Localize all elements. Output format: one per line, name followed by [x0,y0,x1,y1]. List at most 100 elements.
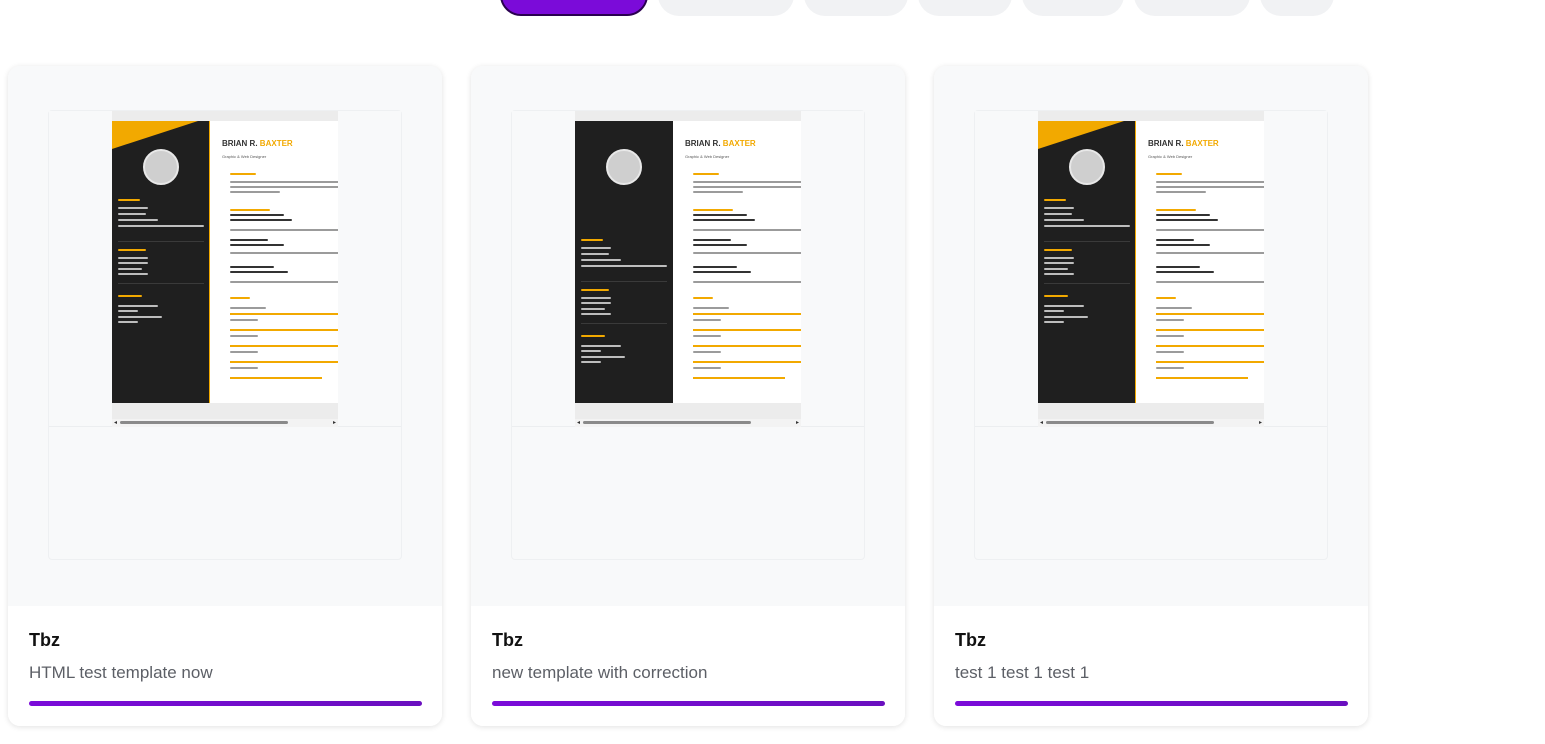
filter-pill[interactable] [1022,0,1124,16]
sidebar-text-line [1044,316,1088,318]
horizontal-scrollbar[interactable]: ◂ ▸ [1038,419,1264,427]
resume-text-line [230,281,338,283]
resume-text-line [230,252,338,254]
scrollbar-thumb[interactable] [583,421,751,424]
skill-bar [693,313,801,315]
skill-bar [693,345,801,347]
sidebar-text-line [1044,249,1072,251]
skill-bar [1156,377,1248,379]
resume-text-line [693,214,747,216]
resume-text-line [693,244,747,246]
resume-text-line [693,307,729,309]
resume-subtitle: Graphic & Web Designer [685,154,730,159]
resume-text-line [1156,219,1218,221]
skill-label [230,335,258,337]
filter-pill[interactable] [918,0,1012,16]
preview-viewport: BRIAN R. BAXTER Graphic & Web Designer ◂… [512,111,864,427]
sidebar-text-line [1044,199,1066,201]
resume-text-line [693,271,751,273]
preview-frame: BRIAN R. BAXTER Graphic & Web Designer ◂… [974,110,1328,560]
progress-fill [492,701,885,706]
horizontal-scrollbar[interactable]: ◂ ▸ [112,419,338,427]
card-description: new template with correction [492,663,708,682]
skill-label [1156,367,1184,369]
card-title: Tbz [955,630,986,650]
card-description: test 1 test 1 test 1 [955,663,1090,682]
resume-main: BRIAN R. BAXTER Graphic & Web Designer [1136,121,1264,403]
resume-last-name: BAXTER [1185,139,1219,148]
scroll-right-icon[interactable]: ▸ [796,419,799,427]
resume-text-line [693,229,801,231]
sidebar-text-line [581,239,603,241]
card-footer: Tbz new template with correction [471,606,905,726]
sidebar-text-line [1044,268,1068,270]
sidebar-text-line [118,295,142,297]
template-card[interactable]: BRIAN R. BAXTER Graphic & Web Designer ◂… [934,66,1368,726]
sidebar-text-line [581,350,601,352]
divider [581,281,667,282]
preview-scroll-area[interactable]: BRIAN R. BAXTER Graphic & Web Designer ◂… [112,111,338,427]
preview-scroll-area[interactable]: BRIAN R. BAXTER Graphic & Web Designer ◂… [575,111,801,427]
resume-text-line [230,271,288,273]
preview-scroll-area[interactable]: BRIAN R. BAXTER Graphic & Web Designer ◂… [1038,111,1264,427]
sidebar-text-line [1044,213,1072,215]
resume-sidebar [112,121,210,403]
scroll-left-icon[interactable]: ◂ [114,419,117,427]
scroll-left-icon[interactable]: ◂ [577,419,580,427]
resume-text-line [693,297,713,299]
horizontal-scrollbar[interactable]: ◂ ▸ [575,419,801,427]
scrollbar-thumb[interactable] [120,421,288,424]
template-card[interactable]: BRIAN R. BAXTER Graphic & Web Designer ◂… [8,66,442,726]
scroll-right-icon[interactable]: ▸ [1259,419,1262,427]
skill-bar [230,313,338,315]
filter-pill[interactable] [1260,0,1334,16]
resume-last-name: BAXTER [722,139,756,148]
resume-text-line [693,281,801,283]
scroll-right-icon[interactable]: ▸ [333,419,336,427]
divider [118,241,204,242]
preview-viewport: BRIAN R. BAXTER Graphic & Web Designer ◂… [49,111,401,427]
resume-first-name: BRIAN R. [685,139,721,148]
template-preview: BRIAN R. BAXTER Graphic & Web Designer ◂… [934,66,1368,606]
sidebar-text-line [1044,321,1064,323]
resume-text-line [1156,191,1206,193]
resume-text-line [693,181,801,183]
card-title: Tbz [29,630,60,650]
sidebar-text-line [581,253,609,255]
preview-frame: BRIAN R. BAXTER Graphic & Web Designer ◂… [511,110,865,560]
sidebar-text-line [118,213,146,215]
filter-pill[interactable] [658,0,794,16]
sidebar-text-line [581,356,625,358]
resume-name: BRIAN R. BAXTER [1148,139,1219,148]
sidebar-text-line [118,207,148,209]
skill-label [230,319,258,321]
scrollbar-thumb[interactable] [1046,421,1214,424]
sidebar-text-line [581,289,609,291]
resume-text-line [693,252,801,254]
resume-text-line [1156,186,1264,188]
sidebar-text-line [581,345,621,347]
sidebar-text-line [118,273,148,275]
sidebar-text-line [581,335,605,337]
resume-first-name: BRIAN R. [1148,139,1184,148]
resume-text-line [693,173,719,175]
resume-text-line [230,181,338,183]
sidebar-text-line [118,219,158,221]
resume-last-name: BAXTER [259,139,293,148]
skill-bar [230,361,338,363]
resume-text-line [1156,214,1210,216]
sidebar-text-line [1044,207,1074,209]
skill-label [1156,335,1184,337]
sidebar-text-line [118,199,140,201]
filter-pill[interactable] [804,0,908,16]
resume-text-line [230,173,256,175]
resume-text-line [693,186,801,188]
filter-pill-active[interactable] [500,0,648,16]
avatar [1069,149,1105,185]
resume-text-line [230,297,250,299]
scroll-left-icon[interactable]: ◂ [1040,419,1043,427]
divider [1044,283,1130,284]
template-card[interactable]: BRIAN R. BAXTER Graphic & Web Designer ◂… [471,66,905,726]
filter-pill[interactable] [1134,0,1250,16]
skill-label [230,367,258,369]
